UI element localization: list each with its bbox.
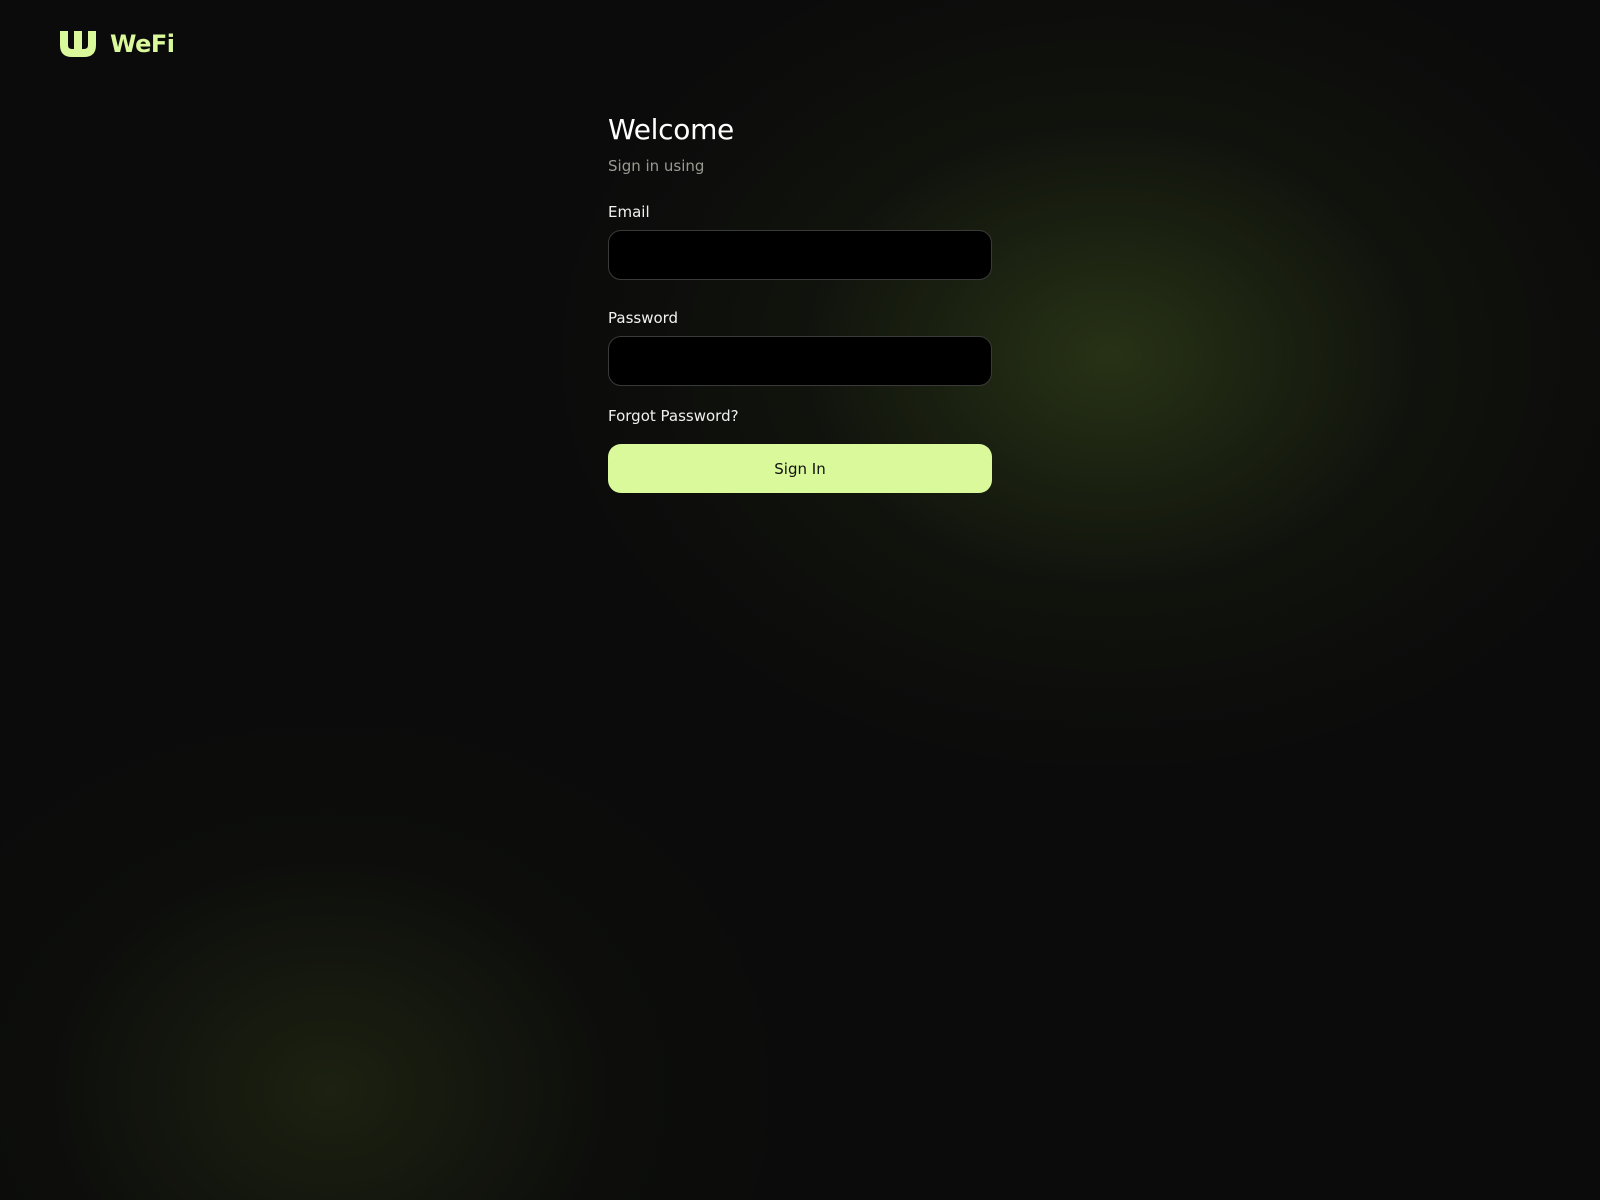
password-input[interactable]	[608, 336, 992, 386]
wefi-logo-icon	[60, 31, 102, 57]
brand-name: WeFi	[110, 30, 175, 58]
sign-in-form: Welcome Sign in using Email Password For…	[608, 110, 992, 493]
email-label: Email	[608, 203, 650, 221]
password-label: Password	[608, 309, 679, 327]
email-input[interactable]	[608, 230, 992, 280]
page-title: Welcome	[608, 113, 734, 146]
sign-in-button[interactable]: Sign In	[608, 444, 992, 493]
forgot-password-link[interactable]: Forgot Password?	[608, 406, 739, 426]
brand-logo[interactable]: WeFi	[60, 30, 175, 58]
page-subtitle: Sign in using	[608, 157, 705, 175]
